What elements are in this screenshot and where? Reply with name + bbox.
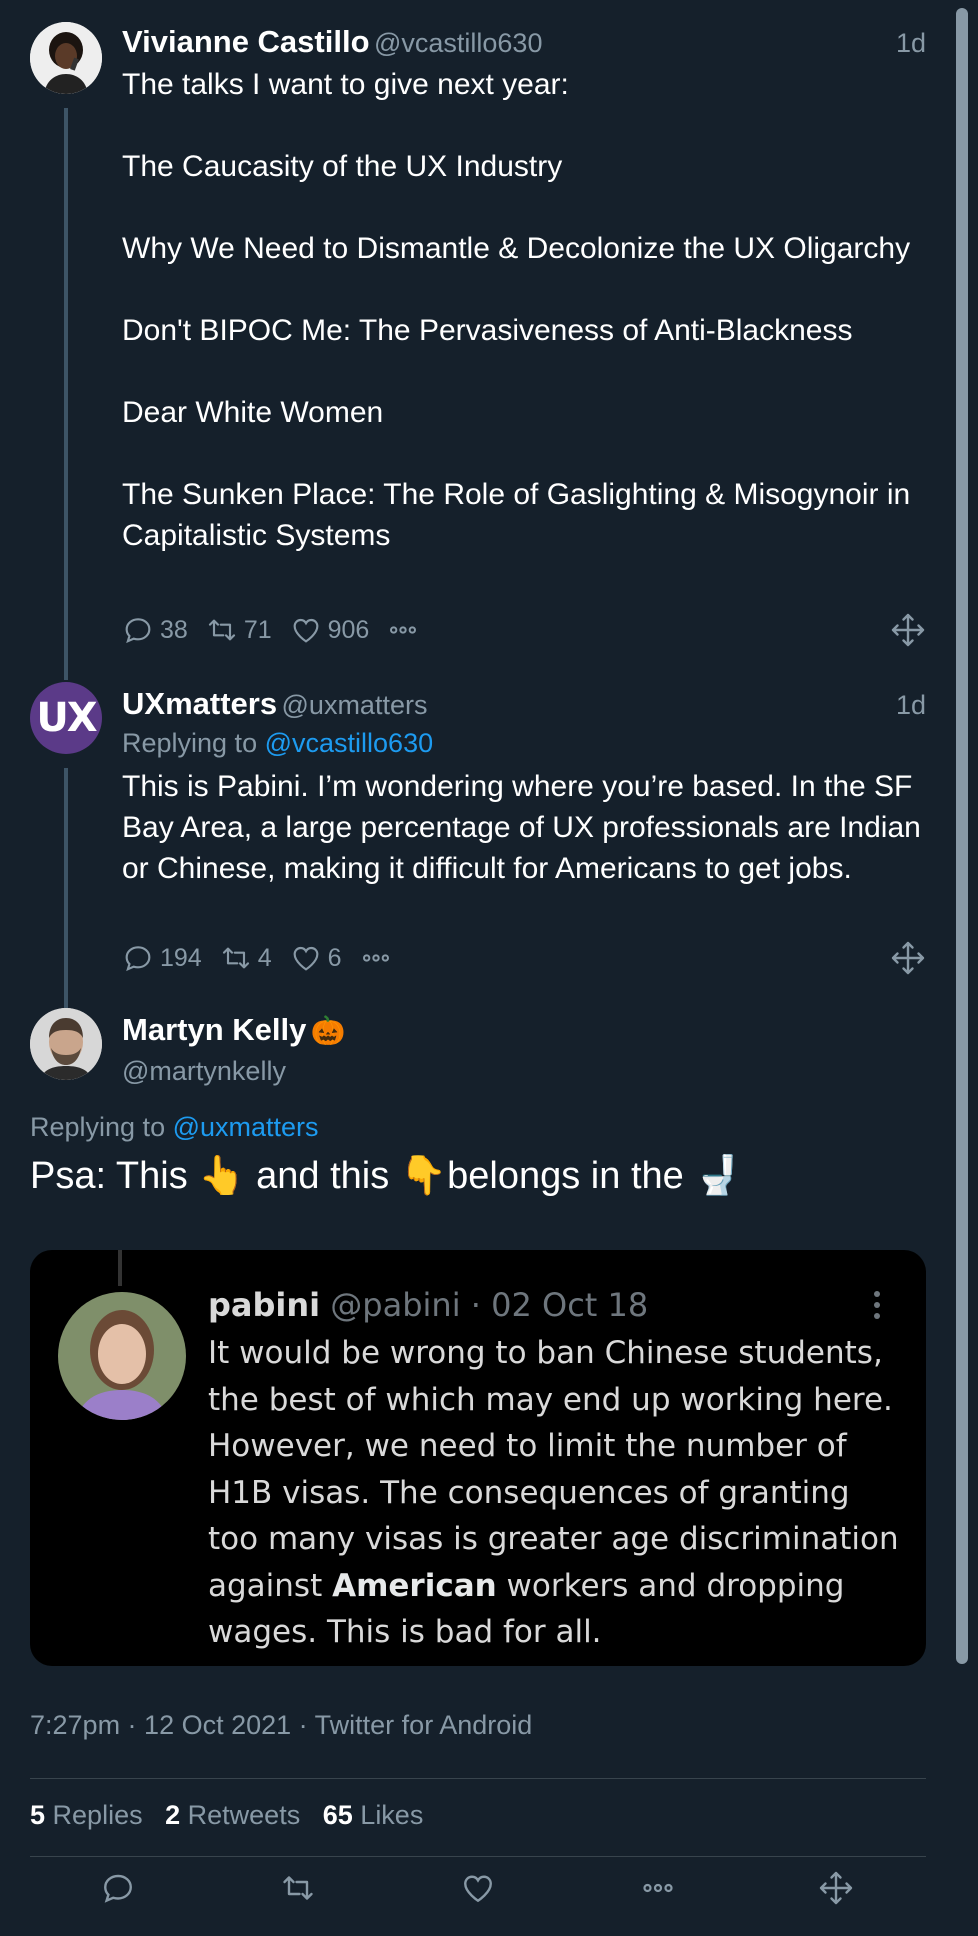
retweet-icon bbox=[220, 942, 252, 974]
more-button[interactable] bbox=[387, 614, 425, 646]
main-tweet-actions bbox=[0, 1870, 954, 1914]
point-up-emoji: 👆 bbox=[198, 1155, 246, 1197]
author-name[interactable]: Martyn Kelly bbox=[122, 1012, 306, 1047]
retweet-button[interactable]: 4 bbox=[220, 942, 272, 974]
tweet-time[interactable]: 1d bbox=[896, 690, 926, 721]
more-icon bbox=[387, 614, 419, 646]
embed-name: pabini bbox=[208, 1286, 321, 1324]
author-handle[interactable]: @vcastillo630 bbox=[374, 28, 543, 58]
point-down-emoji: 👇 bbox=[399, 1155, 448, 1197]
mention-link[interactable]: @uxmatters bbox=[173, 1112, 319, 1142]
retweet-count: 71 bbox=[243, 615, 272, 644]
replying-label: Replying to bbox=[122, 728, 258, 758]
main-tweet-text: Psa: This 👆 and this 👇belongs in the 🚽 bbox=[30, 1152, 742, 1200]
tweet-header: Vivianne Castillo @vcastillo630 bbox=[122, 24, 542, 60]
author-name[interactable]: UXmatters bbox=[122, 686, 277, 721]
move-icon[interactable] bbox=[890, 612, 926, 648]
like-icon bbox=[290, 942, 322, 974]
more-icon[interactable] bbox=[640, 1870, 676, 1906]
embed-text-before: It would be wrong to ban Chinese student… bbox=[208, 1335, 899, 1604]
tweet-text: This is Pabini. I’m wondering where you’… bbox=[122, 770, 930, 885]
avatar-image bbox=[30, 22, 102, 94]
author-name-row: Martyn Kelly 🎃 bbox=[122, 1012, 346, 1048]
reply-count: 194 bbox=[160, 943, 202, 972]
scrollbar-thumb[interactable] bbox=[956, 8, 968, 1664]
tweet-stats: 5 Replies 2 Retweets 65 Likes bbox=[30, 1800, 423, 1831]
author-handle[interactable]: @martynkelly bbox=[122, 1056, 286, 1087]
retweet-count: 4 bbox=[257, 943, 272, 972]
retweet-icon[interactable] bbox=[280, 1870, 316, 1906]
avatar-vivianne[interactable] bbox=[30, 22, 102, 94]
embed-thread-line bbox=[118, 1250, 122, 1286]
move-icon[interactable] bbox=[890, 940, 926, 976]
embed-header: pabini @pabini · 02 Oct 18 bbox=[208, 1286, 648, 1324]
tweet-meta[interactable]: 7:27pm · 12 Oct 2021 · Twitter for Andro… bbox=[30, 1710, 532, 1741]
replying-to: Replying to @vcastillo630 bbox=[122, 728, 433, 759]
text-part-2: and this bbox=[256, 1155, 390, 1197]
retweets-label: Retweets bbox=[187, 1800, 301, 1830]
embed-avatar-image bbox=[58, 1292, 186, 1420]
likes-count: 65 bbox=[322, 1800, 353, 1830]
replies-count: 5 bbox=[30, 1800, 46, 1830]
text-part-1: Psa: This bbox=[30, 1155, 188, 1197]
retweets-stat[interactable]: 2 Retweets bbox=[165, 1800, 300, 1830]
reply-icon bbox=[122, 614, 154, 646]
author-handle[interactable]: @uxmatters bbox=[282, 690, 428, 720]
thread-line bbox=[64, 108, 68, 680]
more-button[interactable] bbox=[360, 942, 398, 974]
author-name[interactable]: Vivianne Castillo bbox=[122, 24, 370, 59]
like-button[interactable]: 906 bbox=[290, 614, 370, 646]
toilet-emoji: 🚽 bbox=[694, 1155, 742, 1197]
more-icon bbox=[360, 942, 392, 974]
divider bbox=[30, 1856, 926, 1857]
like-count: 6 bbox=[327, 943, 342, 972]
retweet-icon bbox=[206, 614, 238, 646]
move-icon[interactable] bbox=[818, 1870, 854, 1906]
likes-stat[interactable]: 65 Likes bbox=[323, 1800, 424, 1830]
avatar-martyn[interactable] bbox=[30, 1008, 102, 1080]
replying-to: Replying to @uxmatters bbox=[30, 1112, 319, 1143]
avatar-text: UX bbox=[36, 695, 97, 741]
mention-link[interactable]: @vcastillo630 bbox=[265, 728, 434, 758]
reply-count: 38 bbox=[160, 615, 188, 644]
retweets-count: 2 bbox=[165, 1800, 181, 1830]
tweet-time[interactable]: 1d bbox=[896, 28, 926, 59]
embed-text: It would be wrong to ban Chinese student… bbox=[208, 1330, 908, 1656]
replies-label: Replies bbox=[52, 1800, 143, 1830]
embed-bold-word: American bbox=[332, 1567, 497, 1604]
tweet-actions: 194 4 6 bbox=[122, 938, 416, 978]
reply-button[interactable]: 38 bbox=[122, 614, 188, 646]
replying-label: Replying to bbox=[30, 1112, 166, 1142]
reply-icon bbox=[122, 942, 154, 974]
attached-image[interactable]: pabini @pabini · 02 Oct 18 It would be w… bbox=[30, 1250, 926, 1666]
like-icon bbox=[290, 614, 322, 646]
likes-label: Likes bbox=[360, 1800, 424, 1830]
thread-line bbox=[64, 768, 68, 1008]
avatar-uxmatters[interactable]: UX bbox=[30, 682, 102, 754]
vertical-more-icon bbox=[874, 1291, 880, 1319]
embed-avatar bbox=[58, 1292, 186, 1420]
text-part-3: belongs in the bbox=[447, 1155, 684, 1197]
avatar-image bbox=[30, 1008, 102, 1080]
divider bbox=[30, 1778, 926, 1779]
tweet-text: The talks I want to give next year: The … bbox=[122, 68, 911, 552]
pumpkin-emoji: 🎃 bbox=[310, 1015, 346, 1046]
like-button[interactable]: 6 bbox=[290, 942, 342, 974]
like-count: 906 bbox=[327, 615, 370, 644]
tweet-header: UXmatters @uxmatters bbox=[122, 686, 427, 722]
reply-button[interactable]: 194 bbox=[122, 942, 202, 974]
embed-handle-date: @pabini · 02 Oct 18 bbox=[330, 1286, 649, 1324]
like-icon[interactable] bbox=[460, 1870, 496, 1906]
retweet-button[interactable]: 71 bbox=[206, 614, 272, 646]
reply-icon[interactable] bbox=[100, 1870, 136, 1906]
replies-stat[interactable]: 5 Replies bbox=[30, 1800, 143, 1830]
tweet-actions: 38 71 906 bbox=[122, 610, 443, 650]
